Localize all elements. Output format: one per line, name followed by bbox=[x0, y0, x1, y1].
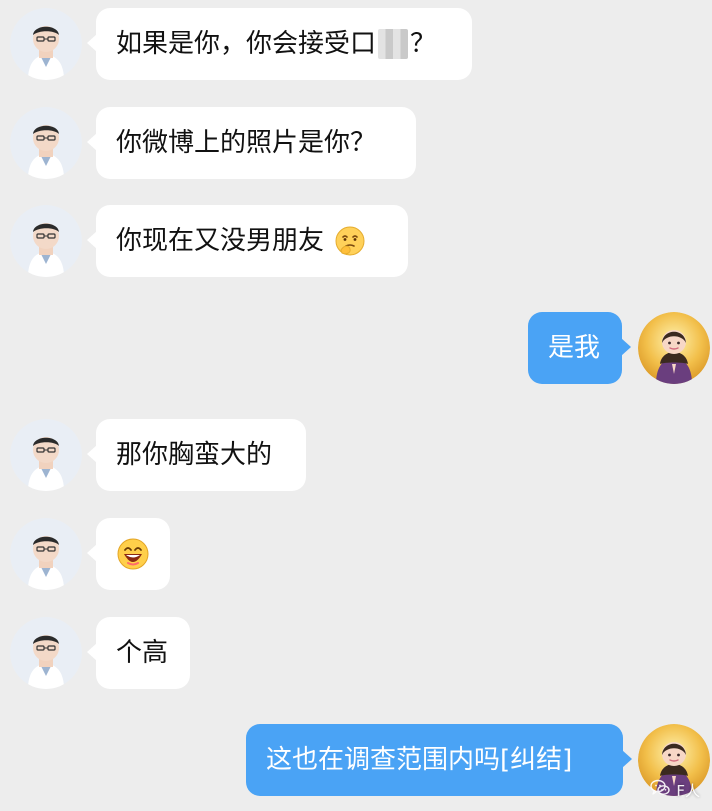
message-text: 如果是你，你会接受口 bbox=[116, 29, 377, 59]
watermark-text: F人 bbox=[676, 781, 700, 800]
message-bubble[interactable]: 这也在调查范围内吗[纠结] bbox=[246, 724, 632, 796]
message-text: 个高 bbox=[116, 638, 169, 668]
laughing-face-emoji bbox=[116, 537, 150, 571]
thinking-face-emoji bbox=[334, 225, 366, 257]
chat-area[interactable]: 如果是你，你会接受口 ？ 你微博上的照片是你？ 你现在又没男朋友 是我 那你胸蛮… bbox=[0, 0, 712, 811]
contact-avatar[interactable] bbox=[10, 617, 82, 689]
contact-avatar[interactable] bbox=[10, 518, 82, 590]
message-bubble[interactable]: 那你胸蛮大的 bbox=[87, 419, 306, 491]
message-bubble[interactable] bbox=[87, 518, 170, 590]
message-bubble[interactable]: 个高 bbox=[87, 617, 190, 689]
wechat-watermark: F人 bbox=[650, 779, 700, 801]
message-bubble[interactable]: 如果是你，你会接受口 ？ bbox=[87, 8, 472, 80]
contact-avatar[interactable] bbox=[10, 107, 82, 179]
message-text: 那你胸蛮大的 bbox=[116, 440, 273, 470]
message-bubble[interactable]: 你微博上的照片是你？ bbox=[87, 107, 416, 179]
contact-avatar[interactable] bbox=[10, 205, 82, 277]
contact-avatar[interactable] bbox=[10, 419, 82, 491]
message-text: 你现在又没男朋友 bbox=[116, 226, 325, 256]
wechat-icon bbox=[650, 779, 671, 801]
message-text: 是我 bbox=[548, 333, 601, 363]
message-text: ？ bbox=[410, 29, 437, 59]
my-avatar[interactable] bbox=[638, 312, 710, 384]
message-text: 你微博上的照片是你？ bbox=[116, 128, 377, 158]
contact-avatar[interactable] bbox=[10, 8, 82, 80]
message-bubble[interactable]: 你现在又没男朋友 bbox=[87, 205, 408, 277]
message-bubble[interactable]: 是我 bbox=[528, 312, 631, 384]
message-text: 这也在调查范围内吗[纠结] bbox=[266, 745, 573, 775]
censored-mosaic bbox=[378, 29, 409, 59]
